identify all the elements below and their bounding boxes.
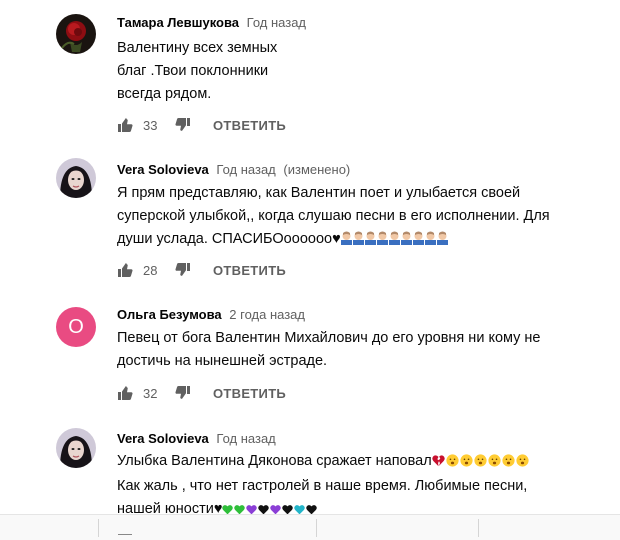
avatar[interactable] xyxy=(56,428,96,468)
comment-line: достичь на нынешней эстраде. xyxy=(117,353,328,369)
reply-button[interactable]: ОТВЕТИТЬ xyxy=(213,118,286,133)
like-icon[interactable] xyxy=(117,117,133,133)
emoji-faces xyxy=(340,231,449,247)
comment-line: Певец от бога Валентин Михайлович до его… xyxy=(117,330,541,346)
divider xyxy=(98,519,99,537)
comment-line: Как жаль , что нет гастролей в наше врем… xyxy=(117,478,528,494)
comment-line: души услада. СПАСИБОоооооо♥ xyxy=(117,231,341,247)
like-count: 28 xyxy=(143,262,158,278)
comment-time[interactable]: Год назад xyxy=(216,162,275,177)
reply-button[interactable]: ОТВЕТИТЬ xyxy=(213,386,286,401)
comment-header: Ольга Безумова 2 года назад xyxy=(117,306,305,324)
comment-actions: 28 ОТВЕТИТЬ xyxy=(117,258,286,282)
comment-time[interactable]: Год назад xyxy=(247,15,306,30)
comment-actions: 33 ОТВЕТИТЬ xyxy=(117,113,286,137)
comment-header: Vera Solovieva Год назад xyxy=(117,430,276,448)
comment-line: Я прям представляю, как Валентин поет и … xyxy=(117,185,521,201)
divider xyxy=(316,519,317,537)
author-name[interactable]: Ольга Безумова xyxy=(117,307,222,322)
divider xyxy=(478,519,479,537)
like-icon[interactable] xyxy=(117,385,133,401)
comment-text: Улыбка Валентина Дяконова сражает напова… xyxy=(117,450,530,521)
comment-header: Vera Solovieva Год назад (изменено) xyxy=(117,161,350,179)
woman-avatar-image xyxy=(56,428,96,468)
comment-line: всегда рядом. xyxy=(117,86,212,102)
broken-heart-icon xyxy=(431,452,445,475)
author-name[interactable]: Тамара Левшукова xyxy=(117,15,239,30)
comment-line: суперской улыбкой,, когда слушаю песни в… xyxy=(117,208,550,224)
woman-avatar-image xyxy=(56,158,96,198)
comment-time[interactable]: 2 года назад xyxy=(229,307,305,322)
like-icon[interactable] xyxy=(117,262,133,278)
avatar[interactable] xyxy=(56,14,96,54)
dislike-icon[interactable] xyxy=(175,262,191,278)
author-name[interactable]: Vera Solovieva xyxy=(117,162,209,177)
avatar[interactable]: О xyxy=(56,307,96,347)
rose-avatar-image xyxy=(56,14,96,54)
comment-text: Валентину всех земных благ .Твои поклонн… xyxy=(117,37,277,106)
dislike-icon[interactable] xyxy=(175,385,191,401)
comment-line: Валентину всех земных xyxy=(117,40,278,56)
divider xyxy=(118,534,132,535)
comment-text: Я прям представляю, как Валентин поет и … xyxy=(117,182,550,251)
bottom-bar xyxy=(0,514,620,540)
like-count: 33 xyxy=(143,117,158,133)
comment-header: Тамара Левшукова Год назад xyxy=(117,14,306,32)
edited-label: (изменено) xyxy=(283,162,351,177)
avatar[interactable] xyxy=(56,158,96,198)
comment-line: благ .Твои поклонники xyxy=(117,63,269,79)
comment-actions: 32 ОТВЕТИТЬ xyxy=(117,381,286,405)
comment-line: Улыбка Валентина Дяконова сражает напова… xyxy=(117,453,432,469)
reply-button[interactable]: ОТВЕТИТЬ xyxy=(213,263,286,278)
like-count: 32 xyxy=(143,385,158,401)
author-name[interactable]: Vera Solovieva xyxy=(117,431,209,446)
comment-time[interactable]: Год назад xyxy=(216,431,275,446)
emoji-faces xyxy=(446,453,530,469)
dislike-icon[interactable] xyxy=(175,117,191,133)
comment-text: Певец от бога Валентин Михайлович до его… xyxy=(117,327,541,373)
